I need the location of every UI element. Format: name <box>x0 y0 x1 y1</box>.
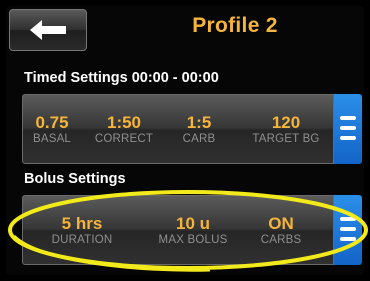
carbs-value: ON <box>268 214 294 233</box>
max-bolus-label: MAX BOLUS <box>158 234 228 246</box>
back-button[interactable] <box>9 9 87 51</box>
bolus-settings-menu-button[interactable] <box>334 195 362 265</box>
carb-label: CARB <box>182 133 216 145</box>
bolus-settings-label: Bolus Settings <box>24 171 126 187</box>
carb-value: 1:5 <box>186 113 212 132</box>
correct-label: CORRECT <box>94 133 154 145</box>
duration-value: 5 hrs <box>61 214 103 233</box>
timed-settings-card[interactable]: 0.75 BASAL 1:50 CORRECT 1:5 CARB 120 TAR… <box>22 94 334 164</box>
max-bolus-value: 10 u <box>175 214 211 233</box>
target-bg-value: 120 <box>271 113 301 132</box>
basal-label: BASAL <box>32 133 72 145</box>
carbs-cell: ON CARBS <box>249 196 313 266</box>
timed-settings-menu-button[interactable] <box>334 94 362 164</box>
correct-value: 1:50 <box>106 113 142 132</box>
correct-cell: 1:50 CORRECT <box>85 95 163 165</box>
carbs-label: CARBS <box>260 234 302 246</box>
basal-cell: 0.75 BASAL <box>27 95 77 165</box>
carb-cell: 1:5 CARB <box>171 95 227 165</box>
bolus-settings-card[interactable]: 5 hrs DURATION 10 u MAX BOLUS ON CARBS <box>22 195 334 265</box>
timed-settings-label: Timed Settings 00:00 - 00:00 <box>24 70 219 86</box>
max-bolus-cell: 10 u MAX BOLUS <box>145 196 241 266</box>
duration-label: DURATION <box>51 234 113 246</box>
basal-value: 0.75 <box>35 113 69 132</box>
target-bg-label: TARGET BG <box>252 133 320 145</box>
target-bg-cell: 120 TARGET BG <box>241 95 331 165</box>
left-arrow-icon <box>30 20 66 40</box>
page-title: Profile 2 <box>192 14 278 37</box>
duration-cell: 5 hrs DURATION <box>43 196 121 266</box>
